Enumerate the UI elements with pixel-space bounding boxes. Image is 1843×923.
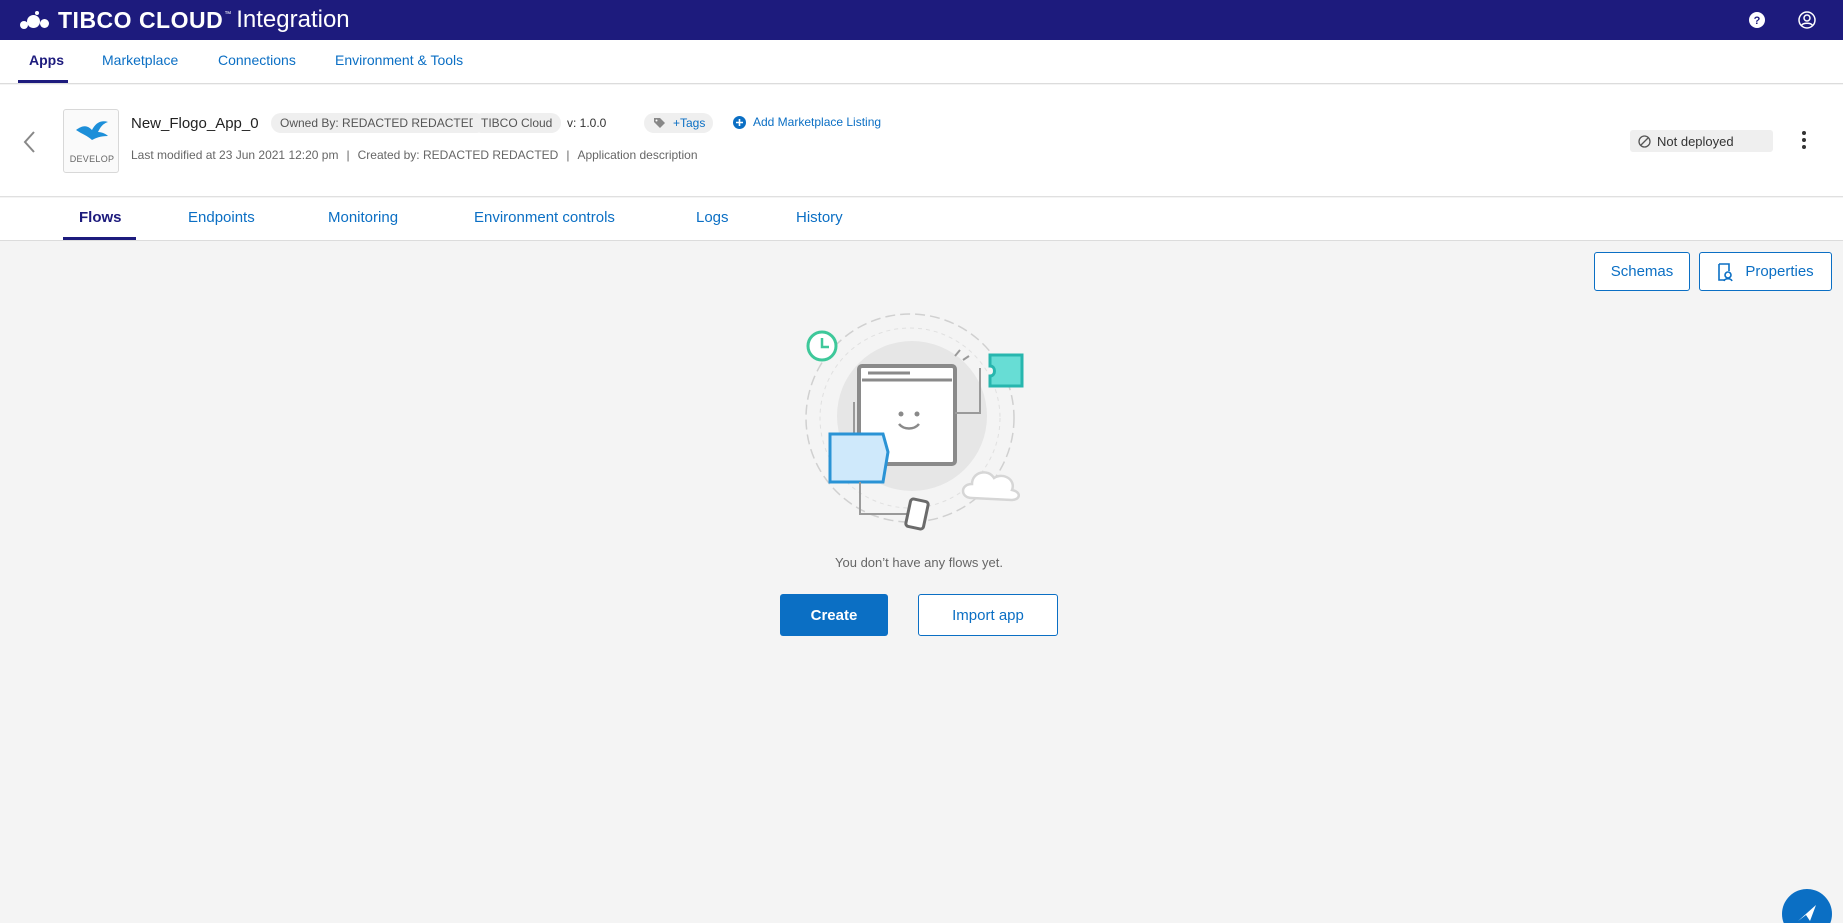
import-label: Import app <box>952 606 1024 624</box>
properties-button[interactable]: Properties <box>1699 252 1832 291</box>
add-marketplace-listing-link[interactable]: Add Marketplace Listing <box>733 115 881 129</box>
app-description[interactable]: Application description <box>577 148 697 162</box>
tab-active-indicator <box>63 237 136 240</box>
not-deployed-icon <box>1638 134 1651 148</box>
send-icon <box>1798 905 1816 921</box>
tab-environment-controls[interactable]: Environment controls <box>474 209 615 226</box>
back-chevron-icon[interactable] <box>22 130 38 154</box>
deployment-status-label: Not deployed <box>1657 133 1734 149</box>
user-icon[interactable] <box>1797 10 1817 30</box>
meta-separator: | <box>346 148 350 162</box>
properties-label: Properties <box>1745 263 1814 280</box>
tags-button[interactable]: +Tags <box>644 113 714 133</box>
meta-separator: | <box>566 148 570 162</box>
empty-state-message: You don’t have any flows yet. <box>835 555 1003 570</box>
tab-flows[interactable]: Flows <box>79 209 122 226</box>
tab-endpoints[interactable]: Endpoints <box>188 209 255 226</box>
brand-logo[interactable]: TIBCO CLOUD ™ Integration <box>18 6 350 34</box>
app-icon: DEVELOP <box>63 109 119 173</box>
create-button[interactable]: Create <box>780 594 888 636</box>
app-stage-badge: DEVELOP <box>69 154 115 164</box>
tab-history[interactable]: History <box>796 209 843 226</box>
assistant-fab[interactable] <box>1782 889 1832 923</box>
svg-text:?: ? <box>1754 15 1761 27</box>
owner-chip: Owned By: REDACTED REDACTED <box>271 113 487 133</box>
app-name: New_Flogo_App_0 <box>131 115 259 132</box>
platform-chip: TIBCO Cloud <box>472 113 562 133</box>
app-version: v: 1.0.0 <box>567 116 607 130</box>
top-brand-bar: TIBCO CLOUD ™ Integration ? <box>0 0 1843 40</box>
nav-connections[interactable]: Connections <box>218 40 296 84</box>
import-app-button[interactable]: Import app <box>918 594 1058 636</box>
add-listing-label: Add Marketplace Listing <box>753 115 882 129</box>
nav-apps[interactable]: Apps <box>29 40 64 84</box>
nav-marketplace[interactable]: Marketplace <box>102 40 178 84</box>
schemas-button[interactable]: Schemas <box>1594 252 1690 291</box>
schemas-label: Schemas <box>1610 263 1674 280</box>
tab-monitoring[interactable]: Monitoring <box>328 209 398 226</box>
empty-flows-illustration <box>805 313 1024 531</box>
more-options-icon[interactable] <box>1801 131 1807 151</box>
tag-icon <box>654 117 665 128</box>
properties-icon <box>1718 262 1734 281</box>
main-nav: Apps Marketplace Connections Environment… <box>0 40 1843 84</box>
created-by: Created by: REDACTED REDACTED <box>357 148 559 162</box>
last-modified: Last modified at 23 Jun 2021 12:20 pm <box>131 148 339 162</box>
tibco-logo-icon <box>18 9 52 31</box>
product-name: Integration <box>236 6 350 33</box>
tab-logs[interactable]: Logs <box>696 209 729 226</box>
app-header: DEVELOP New_Flogo_App_0 Owned By: REDACT… <box>0 85 1843 197</box>
brand-trademark: ™ <box>224 10 232 18</box>
nav-active-indicator <box>18 80 68 83</box>
nav-environment-tools[interactable]: Environment & Tools <box>335 40 463 84</box>
flogo-bird-icon <box>76 121 108 140</box>
deployment-status[interactable]: Not deployed <box>1630 130 1773 152</box>
brand-name: TIBCO CLOUD <box>58 6 224 33</box>
app-tabs: Flows Endpoints Monitoring Environment c… <box>0 198 1843 241</box>
create-label: Create <box>810 606 858 624</box>
tags-label: +Tags <box>673 116 706 130</box>
help-icon[interactable]: ? <box>1747 10 1767 30</box>
add-circle-icon <box>733 115 746 129</box>
